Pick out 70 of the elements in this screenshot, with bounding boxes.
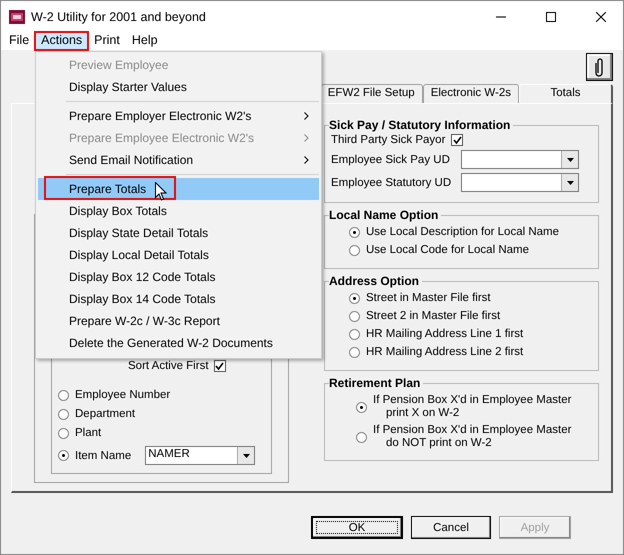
group-title: Address Option: [329, 274, 420, 288]
menu-bar-item[interactable]: Actions: [35, 32, 88, 50]
menu-bar-item[interactable]: Print: [88, 32, 126, 50]
radio-button[interactable]: [58, 428, 69, 438]
menu-item[interactable]: Prepare Totals: [38, 178, 319, 200]
chevron-right-icon: [304, 112, 309, 120]
menu-item[interactable]: Display Starter Values: [38, 76, 319, 98]
menu-bar-item[interactable]: Help: [126, 32, 164, 50]
dropdown-field[interactable]: [461, 173, 579, 192]
radio-button[interactable]: [58, 408, 69, 420]
checkbox[interactable]: [451, 134, 464, 146]
tab[interactable]: Electronic W-2s: [422, 84, 519, 103]
radio-label: If Pension Box X'd in Employee Master print X on W-2: [373, 394, 572, 420]
maximize-icon[interactable]: [546, 12, 556, 22]
radio-label: Street in Master File first: [366, 292, 491, 304]
chevron-right-icon: [304, 156, 309, 164]
radio-button[interactable]: [349, 226, 360, 238]
group-title: Local Name Option: [329, 208, 440, 222]
radio-button[interactable]: [58, 450, 69, 461]
group-title: Retirement Plan: [329, 376, 422, 390]
radio-label: If Pension Box X'd in Employee Master do NOT print on W-2: [373, 424, 572, 450]
radio-label: Use Local Description for Local Name: [366, 226, 560, 238]
caret-icon: [566, 158, 574, 162]
caret-icon: [242, 454, 250, 458]
radio-button[interactable]: [349, 310, 360, 322]
radio-label: Department: [75, 408, 136, 420]
menu-item[interactable]: Delete the Generated W-2 Documents: [38, 332, 319, 354]
radio-label: Item Name: [75, 450, 132, 462]
app-icon: [9, 10, 25, 24]
window-title: W-2 Utility for 2001 and beyond: [31, 10, 206, 24]
tab[interactable]: EFW2 File Setup: [320, 84, 423, 103]
radio-label: HR Mailing Address Line 1 first: [366, 328, 524, 340]
field-label: Employee Sick Pay UD: [331, 154, 451, 166]
radio-label: Use Local Code for Local Name: [366, 244, 529, 256]
radio-button[interactable]: [356, 402, 367, 412]
paperclip-icon: [594, 57, 604, 77]
tab[interactable]: Totals: [519, 84, 613, 103]
checkbox-label: Sort Active First: [128, 360, 209, 372]
field-label: Employee Statutory UD: [331, 176, 452, 188]
radio-label: HR Mailing Address Line 2 first: [366, 346, 524, 358]
dropdown-field[interactable]: NAMER: [145, 446, 256, 465]
menu-item[interactable]: Display Box 12 Code Totals: [38, 266, 319, 288]
caret-icon: [566, 180, 574, 184]
dropdown-field[interactable]: [461, 150, 579, 169]
dialog-button[interactable]: Cancel: [411, 516, 491, 539]
radio-label: Street 2 in Master File first: [366, 310, 500, 322]
group-title: Sick Pay / Statutory Information: [329, 118, 512, 132]
menu-bar-item[interactable]: File: [3, 32, 36, 50]
radio-label: Employee Number: [75, 389, 170, 401]
radio-button[interactable]: [58, 390, 69, 400]
radio-button[interactable]: [356, 432, 367, 442]
menu-item[interactable]: Prepare Employer Electronic W2's: [38, 105, 319, 127]
radio-button[interactable]: [349, 292, 360, 304]
dialog-button[interactable]: OK: [311, 516, 403, 539]
radio-button[interactable]: [349, 346, 360, 358]
menu-item[interactable]: Display Local Detail Totals: [38, 244, 319, 266]
checkbox-label: Third Party Sick Payor: [331, 134, 446, 146]
paperclip-button[interactable]: [586, 53, 613, 81]
menu-item[interactable]: Display Box Totals: [38, 200, 319, 222]
checkbox[interactable]: [214, 360, 226, 372]
menu-item[interactable]: Display Box 14 Code Totals: [38, 288, 319, 310]
cursor-icon: [155, 182, 167, 201]
menu-item[interactable]: Prepare W-2c / W-3c Report: [38, 310, 319, 332]
menu-item[interactable]: Display State Detail Totals: [38, 222, 319, 244]
radio-button[interactable]: [349, 244, 360, 256]
radio-button[interactable]: [349, 328, 360, 340]
chevron-right-icon: [304, 134, 309, 142]
menu-item[interactable]: Send Email Notification: [38, 149, 319, 171]
radio-label: Plant: [75, 427, 102, 439]
close-icon[interactable]: [596, 12, 606, 22]
